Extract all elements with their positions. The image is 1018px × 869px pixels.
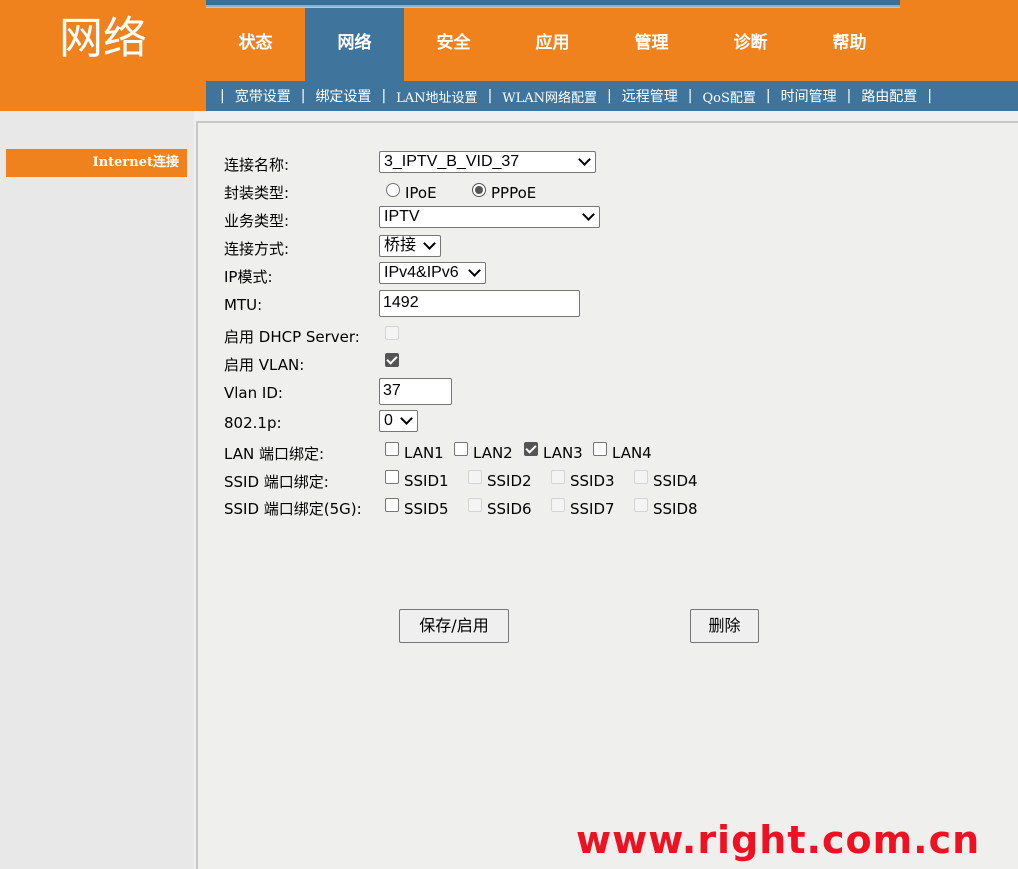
- tab-management[interactable]: 管理: [602, 8, 701, 81]
- lan1-label: LAN1: [404, 444, 444, 462]
- ip-mode-select[interactable]: IPv4&IPv6: [379, 262, 486, 284]
- sub-nav-broadband[interactable]: 宽带设置: [225, 86, 301, 106]
- mtu-input[interactable]: 1492: [379, 290, 580, 317]
- dot1p-value: 0: [384, 412, 393, 429]
- sub-nav: | 宽带设置 | 绑定设置 | LAN地址设置 | WLAN网络配置 | 远程管…: [206, 81, 1018, 111]
- page-title: 网络: [59, 13, 147, 64]
- vlan-id-label: Vlan ID:: [224, 384, 283, 402]
- lan1-checkbox[interactable]: [385, 442, 399, 456]
- dot1p-select[interactable]: 0: [379, 410, 418, 432]
- sidebar: Internet连接: [0, 111, 194, 869]
- encapsulation-pppoe-radio[interactable]: [472, 183, 486, 197]
- ssid-binding-label: SSID 端口绑定:: [224, 473, 329, 491]
- ssid3-label: SSID3: [570, 472, 615, 490]
- dhcp-server-label: 启用 DHCP Server:: [224, 328, 360, 346]
- ssid6-label: SSID6: [487, 500, 532, 518]
- mtu-label: MTU:: [224, 296, 263, 314]
- ssid8-checkbox: [634, 498, 648, 512]
- ssid5-label: SSID5: [404, 500, 449, 518]
- tab-network[interactable]: 网络: [305, 8, 404, 81]
- ssid5-checkbox[interactable]: [385, 498, 399, 512]
- chevron-down-icon: [578, 153, 591, 166]
- connection-name-label: 连接名称:: [224, 156, 290, 174]
- ssid7-label: SSID7: [570, 500, 615, 518]
- lan4-label: LAN4: [612, 444, 652, 462]
- main-nav: 状态 网络 安全 应用 管理 诊断 帮助: [206, 8, 900, 81]
- dhcp-server-checkbox: [385, 326, 399, 340]
- lan4-checkbox[interactable]: [593, 442, 607, 456]
- lan3-label: LAN3: [543, 444, 583, 462]
- service-type-select[interactable]: IPTV: [379, 206, 600, 228]
- chevron-down-icon: [468, 264, 481, 277]
- chevron-down-icon: [423, 237, 436, 250]
- sub-nav-remote[interactable]: 远程管理: [612, 86, 688, 106]
- sub-nav-time[interactable]: 时间管理: [771, 86, 847, 106]
- ip-mode-label: IP模式:: [224, 268, 273, 286]
- ssid4-checkbox: [634, 470, 648, 484]
- connection-mode-value: 桥接: [384, 237, 417, 254]
- content-panel: [196, 121, 1018, 869]
- sub-nav-lan-address[interactable]: LAN地址设置: [386, 87, 487, 106]
- sub-nav-qos[interactable]: QoS配置: [692, 87, 765, 106]
- ssid6-checkbox: [468, 498, 482, 512]
- encapsulation-pppoe-label: PPPoE: [491, 184, 537, 202]
- connection-mode-label: 连接方式:: [224, 240, 290, 258]
- connection-mode-select[interactable]: 桥接: [379, 235, 441, 257]
- delete-button[interactable]: 删除: [690, 609, 759, 643]
- chevron-down-icon: [400, 412, 413, 425]
- sub-nav-binding[interactable]: 绑定设置: [305, 86, 381, 106]
- ssid2-label: SSID2: [487, 472, 532, 490]
- encapsulation-ipoe-radio[interactable]: [386, 183, 400, 197]
- vlan-enable-checkbox[interactable]: [385, 353, 399, 367]
- service-type-label: 业务类型:: [224, 212, 290, 230]
- encapsulation-ipoe-label: IPoE: [405, 184, 437, 202]
- ssid1-label: SSID1: [404, 472, 449, 490]
- vlan-enable-label: 启用 VLAN:: [224, 356, 305, 374]
- lan2-label: LAN2: [473, 444, 513, 462]
- lan3-checkbox[interactable]: [524, 442, 538, 456]
- vlan-id-input[interactable]: 37: [379, 378, 452, 405]
- ssid8-label: SSID8: [653, 500, 698, 518]
- ssid7-checkbox: [551, 498, 565, 512]
- header: 网络 状态 网络 安全 应用 管理 诊断 帮助 | 宽带设置 | 绑定设置 | …: [0, 0, 1018, 111]
- lan2-checkbox[interactable]: [454, 442, 468, 456]
- tab-help[interactable]: 帮助: [800, 8, 899, 81]
- ssid2-checkbox: [468, 470, 482, 484]
- ssid5g-binding-label: SSID 端口绑定(5G):: [224, 500, 362, 518]
- ssid1-checkbox[interactable]: [385, 470, 399, 484]
- ssid3-checkbox: [551, 470, 565, 484]
- lan-binding-label: LAN 端口绑定:: [224, 445, 325, 463]
- dot1p-label: 802.1p:: [224, 414, 282, 432]
- sub-nav-route[interactable]: 路由配置: [851, 86, 927, 106]
- encapsulation-label: 封装类型:: [224, 184, 290, 202]
- connection-name-select[interactable]: 3_IPTV_B_VID_37: [379, 151, 596, 173]
- ip-mode-value: IPv4&IPv6: [384, 264, 459, 281]
- tab-application[interactable]: 应用: [503, 8, 602, 81]
- chevron-down-icon: [582, 208, 595, 221]
- sub-nav-wlan[interactable]: WLAN网络配置: [492, 87, 607, 106]
- watermark-text: www.right.com.cn: [576, 818, 981, 862]
- tab-security[interactable]: 安全: [404, 8, 503, 81]
- save-apply-button[interactable]: 保存/启用: [399, 609, 509, 643]
- tab-diagnosis[interactable]: 诊断: [701, 8, 800, 81]
- connection-name-value: 3_IPTV_B_VID_37: [384, 153, 520, 170]
- ssid4-label: SSID4: [653, 472, 698, 490]
- tab-status[interactable]: 状态: [206, 8, 305, 81]
- service-type-value: IPTV: [384, 208, 420, 225]
- sidebar-item-internet[interactable]: Internet连接: [6, 149, 187, 177]
- sub-nav-separator: |: [927, 88, 933, 104]
